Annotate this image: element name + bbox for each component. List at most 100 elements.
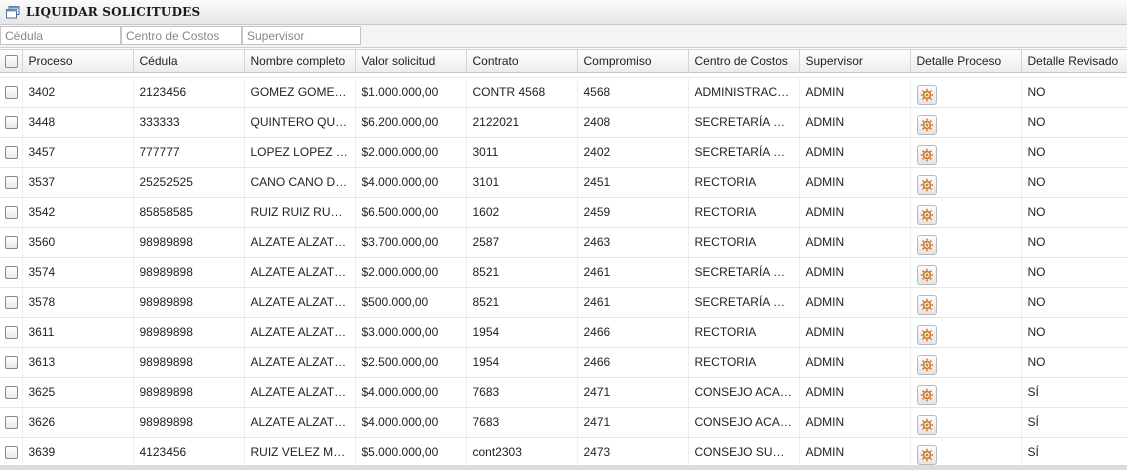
row-checkbox[interactable] (5, 176, 18, 190)
detalle-proceso-button[interactable] (916, 175, 937, 195)
row-checkbox[interactable] (5, 386, 18, 400)
column-header-detalle-proceso[interactable]: Detalle Proceso (910, 50, 1022, 73)
detalle-proceso-button[interactable] (916, 385, 937, 405)
cedula-filter-input[interactable] (0, 26, 121, 45)
row-checkbox[interactable] (5, 446, 18, 460)
detalle-proceso-button[interactable] (916, 415, 937, 435)
cell-revisado: NO (1021, 257, 1127, 288)
cell-cedula: 98989898 (133, 407, 245, 438)
cell-compromiso: 2466 (577, 317, 689, 348)
row-checkbox[interactable] (5, 116, 18, 130)
column-header-valor[interactable]: Valor solicitud (355, 50, 467, 73)
cell-valor: $3.700.000,00 (355, 227, 467, 258)
table-row[interactable]: 3542 85858585 RUIZ RUIZ RUBIELA $6.500.000,… (0, 197, 1127, 228)
detalle-proceso-button[interactable] (916, 295, 937, 315)
cell-nombre: GOMEZ GOMEZ GOMEZ (244, 77, 356, 108)
table-row[interactable]: 361198989898ALZATE ALZATE ALZATE$3.000.0… (0, 317, 1127, 348)
column-header-centro[interactable]: Centro de Costos (688, 50, 800, 73)
table-row[interactable]: 357898989898ALZATE ALZATE ALZATE$500.000… (0, 287, 1127, 318)
detalle-proceso-button[interactable] (916, 265, 937, 285)
table-row[interactable]: 3448333333QUINTERO QUINTERO$6.200.000,00… (0, 107, 1127, 138)
table-row[interactable]: 362698989898ALZATE ALZATE ALZATE$4.000.0… (0, 407, 1127, 438)
cell-nombre: ALZATE ALZATE ALZATE (244, 377, 356, 408)
column-header-cedula[interactable]: Cédula (133, 50, 245, 73)
table-row[interactable]: 3457777777LOPEZ LOPEZ FERNANDO$2.000.000… (0, 137, 1127, 168)
table-row[interactable]: 3639 4123456 RUIZ VELEZ MARIA $5.000.000,00… (0, 437, 1127, 465)
cell-supervisor: ADMIN (799, 137, 911, 168)
grid-bottom-bar (0, 465, 1127, 470)
cell-detalle-proceso (910, 317, 1022, 348)
cell-centro: CONSEJO ACADEMICO (688, 377, 800, 408)
gear-icon (920, 238, 933, 252)
column-header-proceso[interactable]: Proceso (22, 50, 134, 73)
gear-icon (920, 358, 933, 372)
cell-revisado: NO (1021, 107, 1127, 138)
row-checkbox-cell (0, 437, 23, 465)
row-checkbox-cell (0, 137, 23, 168)
cell-supervisor: ADMIN (799, 377, 911, 408)
cell-detalle-proceso (910, 227, 1022, 258)
cell-proceso: 3625 (22, 377, 134, 408)
row-checkbox-cell (0, 407, 23, 438)
detalle-proceso-button[interactable] (916, 355, 937, 375)
supervisor-filter-input[interactable] (242, 26, 361, 45)
column-header-nombre[interactable]: Nombre completo (244, 50, 356, 73)
cell-contrato: CONTR 4568 (466, 77, 578, 108)
cell-centro: SECRETARÍA GENERAL (688, 257, 800, 288)
cell-centro: SECRETARÍA GENERAL (688, 287, 800, 318)
row-checkbox[interactable] (5, 206, 18, 220)
table-row[interactable]: 357498989898ALZATE ALZATE ALZATE$2.000.0… (0, 257, 1127, 288)
detalle-proceso-button[interactable] (916, 145, 937, 165)
cell-centro: RECTORIA (688, 197, 800, 228)
cell-contrato: 1954 (466, 347, 578, 378)
table-row[interactable]: 3537 25252525 CANO CANO DIANA $4.000.000,00… (0, 167, 1127, 198)
detalle-proceso-button[interactable] (916, 445, 937, 465)
cell-detalle-proceso (910, 287, 1022, 318)
cell-centro: RECTORIA (688, 317, 800, 348)
cell-nombre: RUIZ RUIZ RUBIELA (244, 197, 356, 228)
detalle-proceso-button[interactable] (916, 205, 937, 225)
table-row[interactable]: 356098989898ALZATE ALZATE ALZATE$3.700.0… (0, 227, 1127, 258)
centro-costos-filter-input[interactable] (121, 26, 242, 45)
cell-contrato: 8521 (466, 257, 578, 288)
row-checkbox[interactable] (5, 416, 18, 430)
cell-proceso: 3613 (22, 347, 134, 378)
select-all-checkbox[interactable] (5, 54, 18, 68)
column-header-supervisor[interactable]: Supervisor (799, 50, 911, 73)
row-checkbox[interactable] (5, 266, 18, 280)
column-header-detalle-revisado[interactable]: Detalle Revisado (1021, 50, 1127, 73)
table-row[interactable]: 362598989898ALZATE ALZATE ALZATE$4.000.0… (0, 377, 1127, 408)
cell-cedula: 4123456 (133, 437, 245, 465)
row-checkbox[interactable] (5, 356, 18, 370)
table-row[interactable]: 361398989898ALZATE ALZATE ALZATE$2.500.0… (0, 347, 1127, 378)
detalle-proceso-button[interactable] (916, 85, 937, 105)
detalle-proceso-button[interactable] (916, 235, 937, 255)
gear-icon (920, 328, 933, 342)
cell-supervisor: ADMIN (799, 407, 911, 438)
cell-detalle-proceso (910, 347, 1022, 378)
detalle-proceso-button[interactable] (916, 115, 937, 135)
table-row[interactable]: 34022123456GOMEZ GOMEZ GOMEZ$1.000.000,0… (0, 77, 1127, 108)
detalle-proceso-button[interactable] (916, 325, 937, 345)
cell-valor: $3.000.000,00 (355, 317, 467, 348)
cell-valor: $4.000.000,00 (355, 377, 467, 408)
column-header-compromiso[interactable]: Compromiso (577, 50, 689, 73)
row-checkbox[interactable] (5, 236, 18, 250)
cell-valor: $4.000.000,00 (355, 167, 467, 198)
cell-compromiso: 2471 (577, 377, 689, 408)
cell-centro: ADMINISTRACION (688, 77, 800, 108)
row-checkbox[interactable] (5, 296, 18, 310)
cell-proceso: 3542 (22, 197, 134, 228)
cell-supervisor: ADMIN (799, 437, 911, 465)
row-checkbox[interactable] (5, 146, 18, 160)
column-header-contrato[interactable]: Contrato (466, 50, 578, 73)
cell-nombre: ALZATE ALZATE ALZATE (244, 317, 356, 348)
gear-icon (920, 418, 933, 432)
cell-supervisor: ADMIN (799, 347, 911, 378)
cell-nombre: LOPEZ LOPEZ FERNANDO (244, 137, 356, 168)
cell-supervisor: ADMIN (799, 107, 911, 138)
row-checkbox[interactable] (5, 326, 18, 340)
row-checkbox[interactable] (5, 86, 18, 100)
cell-revisado: NO (1021, 167, 1127, 198)
cell-nombre: ALZATE ALZATE ALZATE (244, 227, 356, 258)
